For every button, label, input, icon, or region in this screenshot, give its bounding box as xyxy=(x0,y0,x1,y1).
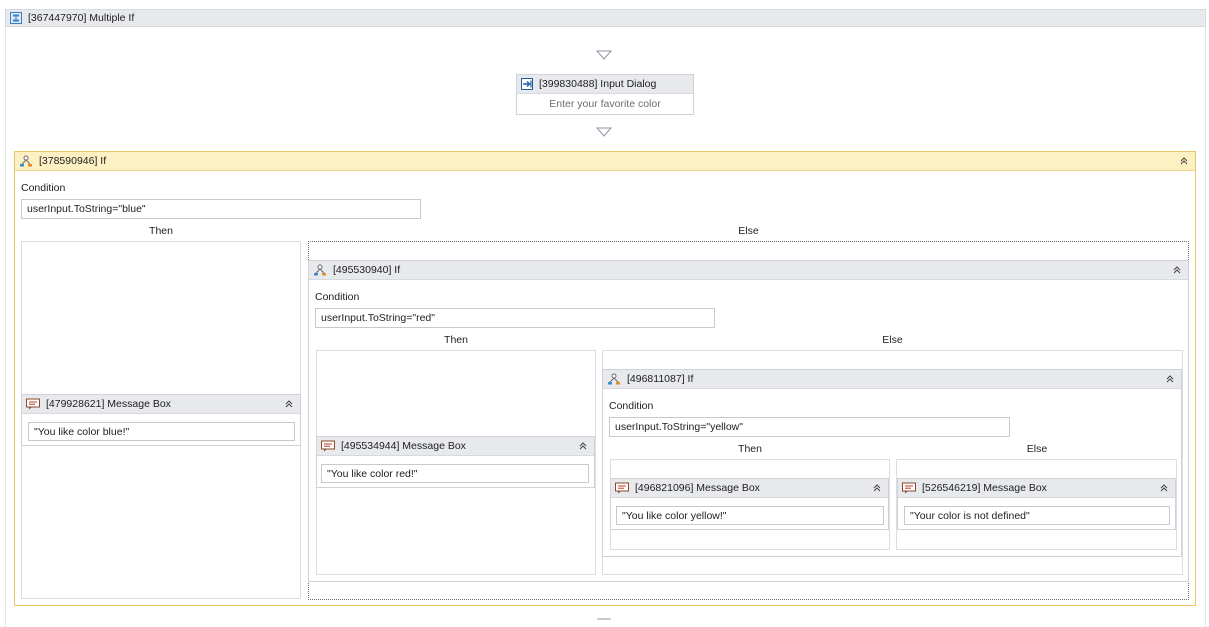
message-box-blue-text[interactable]: "You like color blue!" xyxy=(28,422,295,441)
message-box-yellow-header[interactable]: [496821096] Message Box xyxy=(611,479,888,498)
collapse-chevron-icon[interactable] xyxy=(1163,373,1177,385)
if-red-condition-input[interactable]: userInput.ToString="red" xyxy=(315,308,715,328)
collapse-chevron-icon[interactable] xyxy=(870,482,884,494)
input-dialog-activity[interactable]: [399830488] Input Dialog Enter your favo… xyxy=(516,74,694,115)
if-yellow-then-label: Then xyxy=(738,443,762,455)
collapse-chevron-icon[interactable] xyxy=(1157,482,1171,494)
message-box-red-text[interactable]: "You like color red!" xyxy=(321,464,589,483)
if-branch-icon xyxy=(20,155,32,167)
if-red-then-label: Then xyxy=(444,334,468,346)
input-dialog-placeholder: Enter your favorite color xyxy=(549,98,661,110)
collapse-chevron-icon[interactable] xyxy=(282,398,296,410)
message-box-yellow-title: [496821096] Message Box xyxy=(635,482,760,494)
drop-arrow-icon[interactable] xyxy=(596,127,612,137)
message-box-red[interactable]: [495534944] Message Box "You like color … xyxy=(316,436,595,488)
if-yellow-title: [496811087] If xyxy=(627,373,694,385)
if-blue-else-label: Else xyxy=(738,225,759,237)
input-dialog-header[interactable]: [399830488] Input Dialog xyxy=(517,75,693,94)
if-blue-condition-label: Condition xyxy=(21,182,66,194)
message-box-icon xyxy=(26,398,40,410)
message-box-icon xyxy=(902,482,916,494)
input-dialog-icon xyxy=(521,78,533,90)
message-box-yellow[interactable]: [496821096] Message Box "You like color … xyxy=(610,478,889,530)
message-box-undefined-header[interactable]: [526546219] Message Box xyxy=(898,479,1175,498)
message-box-undefined-title: [526546219] Message Box xyxy=(922,482,1047,494)
root-sequence-title: [367447970] Multiple If xyxy=(28,12,135,24)
if-branch-icon xyxy=(314,264,326,276)
message-box-blue-title: [479928621] Message Box xyxy=(46,398,171,410)
message-box-yellow-text[interactable]: "You like color yellow!" xyxy=(616,506,884,525)
drop-arrow-icon[interactable] xyxy=(597,618,611,623)
if-blue-then-label: Then xyxy=(149,225,173,237)
message-box-red-header[interactable]: [495534944] Message Box xyxy=(317,437,594,456)
if-red-condition-label: Condition xyxy=(315,291,360,303)
root-sequence-header[interactable]: [367447970] Multiple If xyxy=(5,9,1206,27)
message-box-blue[interactable]: [479928621] Message Box "You like color … xyxy=(21,394,301,446)
if-yellow-else-label: Else xyxy=(1026,443,1048,455)
message-box-blue-header[interactable]: [479928621] Message Box xyxy=(22,395,300,414)
if-blue-condition-input[interactable]: userInput.ToString="blue" xyxy=(21,199,421,219)
message-box-undefined-text[interactable]: "Your color is not defined" xyxy=(904,506,1170,525)
if-red-header[interactable]: [495530940] If xyxy=(309,261,1188,280)
if-yellow-header[interactable]: [496811087] If xyxy=(603,370,1181,389)
drop-arrow-icon[interactable] xyxy=(596,50,612,60)
if-red-title: [495530940] If xyxy=(333,264,401,276)
collapse-chevron-icon[interactable] xyxy=(1170,264,1184,276)
input-dialog-title: [399830488] Input Dialog xyxy=(539,78,657,90)
if-blue-title: [378590946] If xyxy=(39,155,107,167)
message-box-icon xyxy=(615,482,629,494)
if-red-else-label: Else xyxy=(882,334,903,346)
sequence-icon xyxy=(10,12,22,24)
if-yellow-condition-label: Condition xyxy=(609,400,654,412)
message-box-red-title: [495534944] Message Box xyxy=(341,440,466,452)
if-branch-icon xyxy=(608,373,620,385)
if-yellow-condition-input[interactable]: userInput.ToString="yellow" xyxy=(609,417,1010,437)
message-box-undefined[interactable]: [526546219] Message Box "Your color is n… xyxy=(897,478,1176,530)
collapse-chevron-icon[interactable] xyxy=(1177,155,1191,167)
collapse-chevron-icon[interactable] xyxy=(576,440,590,452)
message-box-icon xyxy=(321,440,335,452)
if-blue-header[interactable]: [378590946] If xyxy=(15,152,1195,171)
